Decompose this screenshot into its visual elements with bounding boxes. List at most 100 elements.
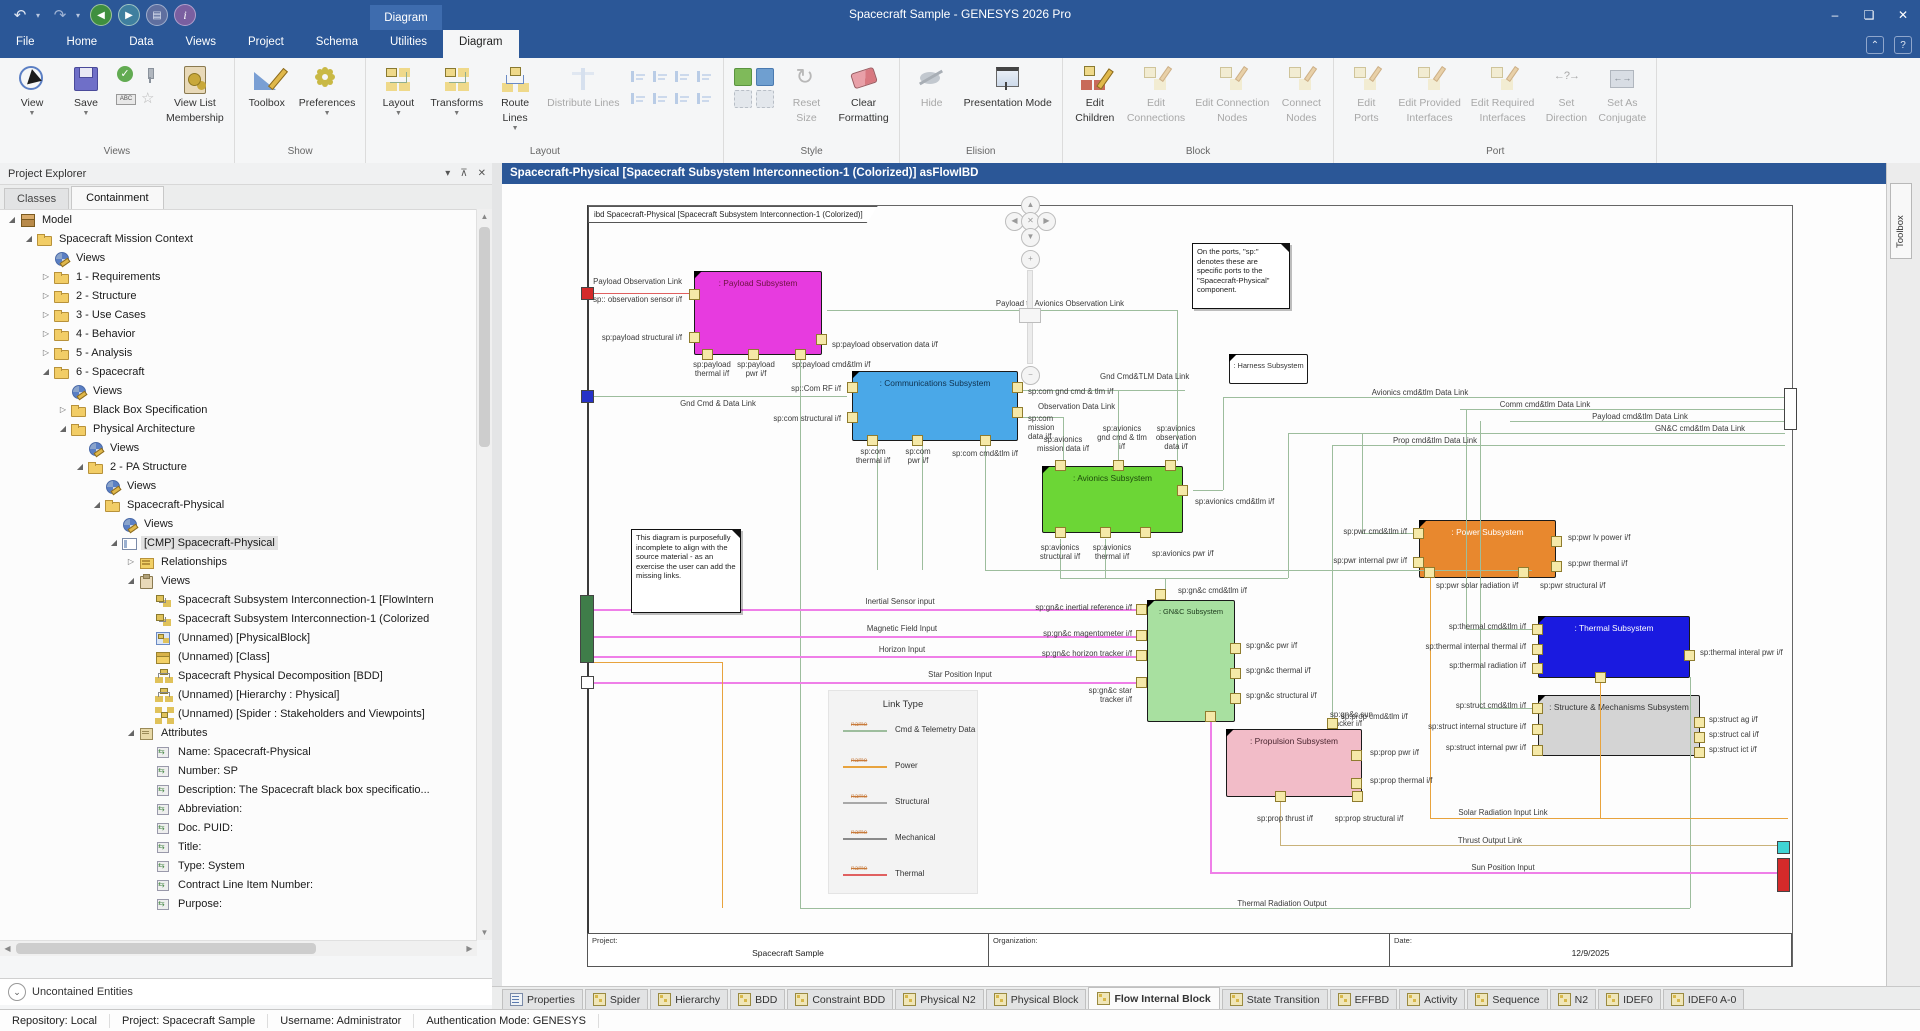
- view-tab-effbd[interactable]: EFFBD: [1330, 989, 1397, 1009]
- port[interactable]: [847, 382, 858, 393]
- expander-icon[interactable]: ◢: [6, 215, 18, 224]
- style-icon[interactable]: [756, 68, 774, 86]
- port[interactable]: [748, 349, 759, 360]
- port[interactable]: [1155, 589, 1166, 600]
- block-propulsion-subsystem[interactable]: : Propulsion Subsystem: [1226, 729, 1362, 797]
- expander-icon[interactable]: ◢: [57, 424, 69, 433]
- block-communications-subsystem[interactable]: : Communications Subsystem: [852, 371, 1018, 441]
- port[interactable]: [1424, 567, 1435, 578]
- pan-down-button[interactable]: ▼: [1021, 228, 1040, 247]
- port[interactable]: [1532, 724, 1543, 735]
- expander-icon[interactable]: ▷: [40, 310, 52, 319]
- check-icon[interactable]: [116, 66, 134, 84]
- tree-item[interactable]: Name: Spacecraft-Physical: [0, 742, 477, 761]
- help-icon[interactable]: ?: [1894, 36, 1912, 54]
- port[interactable]: [1532, 624, 1543, 635]
- port[interactable]: [689, 332, 700, 343]
- presentation-mode-button[interactable]: Presentation Mode: [960, 62, 1056, 111]
- note-annotation[interactable]: This diagram is purposefully incomplete …: [631, 529, 741, 613]
- toolbox-tab[interactable]: Toolbox: [1890, 183, 1912, 259]
- explorer-tab-classes[interactable]: Classes: [4, 188, 69, 209]
- port[interactable]: [1595, 672, 1606, 683]
- panel-splitter[interactable]: [492, 163, 502, 1009]
- tree-item[interactable]: ◢Views: [0, 571, 477, 590]
- expander-icon[interactable]: ◢: [74, 462, 86, 471]
- style-icon[interactable]: [734, 90, 752, 108]
- view-tab-physical-block[interactable]: Physical Block: [986, 989, 1087, 1009]
- port[interactable]: [689, 289, 700, 300]
- tree-horizontal-scrollbar[interactable]: ◀ ▶: [0, 940, 477, 956]
- pin-icon[interactable]: ⊼: [460, 163, 467, 185]
- tree-item[interactable]: (Unnamed) [Spider : Stakeholders and Vie…: [0, 704, 477, 723]
- tree-item[interactable]: ▷3 - Use Cases: [0, 305, 477, 324]
- note-annotation[interactable]: On the ports, "sp:" denotes these are sp…: [1192, 243, 1290, 309]
- minimize-button[interactable]: –: [1818, 0, 1852, 30]
- port[interactable]: [1113, 460, 1124, 471]
- view-tab-flow-internal-block[interactable]: Flow Internal Block: [1088, 987, 1219, 1009]
- tree-item[interactable]: ◢6 - Spacecraft: [0, 362, 477, 381]
- boundary-port[interactable]: [581, 676, 594, 689]
- port[interactable]: [867, 435, 878, 446]
- tree-item[interactable]: ▷Black Box Specification: [0, 400, 477, 419]
- close-button[interactable]: ✕: [1886, 0, 1920, 30]
- tree-item[interactable]: Description: The Spacecraft black box sp…: [0, 780, 477, 799]
- expander-icon[interactable]: ▷: [40, 291, 52, 300]
- view-tab-constraint-bdd[interactable]: Constraint BDD: [787, 989, 893, 1009]
- port[interactable]: [1012, 382, 1023, 393]
- boundary-port[interactable]: [581, 287, 594, 300]
- tree-item[interactable]: ▷5 - Analysis: [0, 343, 477, 362]
- edit-children-button[interactable]: EditChildren: [1069, 62, 1121, 126]
- port[interactable]: [795, 349, 806, 360]
- view-tab-n2[interactable]: N2: [1550, 989, 1596, 1009]
- expander-icon[interactable]: ◢: [91, 500, 103, 509]
- pan-right-button[interactable]: ▶: [1037, 212, 1056, 231]
- tree-item[interactable]: ◢Spacecraft-Physical: [0, 495, 477, 514]
- view-tab-spider[interactable]: Spider: [585, 989, 648, 1009]
- clear-formatting-button[interactable]: ClearFormatting: [834, 62, 892, 126]
- explorer-tab-containment[interactable]: Containment: [71, 186, 163, 209]
- tree-item[interactable]: Views: [0, 381, 477, 400]
- port[interactable]: [1694, 717, 1705, 728]
- menu-tab-file[interactable]: File: [0, 30, 51, 58]
- block-gn-c-subsystem[interactable]: : GN&C Subsystem: [1147, 600, 1235, 722]
- expander-icon[interactable]: ◢: [125, 728, 137, 737]
- tree-item[interactable]: Spacecraft Physical Decomposition [BDD]: [0, 666, 477, 685]
- tree-item[interactable]: ▷Relationships: [0, 552, 477, 571]
- block-harness-subsystem[interactable]: : Harness Subsystem: [1229, 354, 1308, 384]
- block-avionics-subsystem[interactable]: : Avionics Subsystem: [1042, 466, 1183, 533]
- tree-item[interactable]: Abbreviation:: [0, 799, 477, 818]
- layout-button[interactable]: Layout▼: [372, 62, 424, 119]
- port[interactable]: [1055, 527, 1066, 538]
- view-list-membership-button[interactable]: View ListMembership: [162, 62, 228, 126]
- tree-item[interactable]: ◢[CMP] Spacecraft-Physical: [0, 533, 477, 552]
- route-lines-button[interactable]: RouteLines▼: [489, 62, 541, 134]
- transforms-button[interactable]: Transforms▼: [426, 62, 487, 119]
- view-tab-sequence[interactable]: Sequence: [1467, 989, 1547, 1009]
- menu-tab-views[interactable]: Views: [170, 30, 232, 58]
- expander-icon[interactable]: ▷: [40, 329, 52, 338]
- expander-icon[interactable]: ◢: [23, 234, 35, 243]
- menu-tab-schema[interactable]: Schema: [300, 30, 374, 58]
- port[interactable]: [1518, 567, 1529, 578]
- port[interactable]: [1230, 643, 1241, 654]
- star-icon[interactable]: [140, 90, 158, 108]
- tree-item[interactable]: Spacecraft Subsystem Interconnection-1 […: [0, 590, 477, 609]
- view-button[interactable]: View▼: [6, 62, 58, 119]
- view-tab-idef0-a-0[interactable]: IDEF0 A-0: [1663, 989, 1744, 1009]
- scroll-up-icon[interactable]: ▲: [477, 209, 492, 224]
- port[interactable]: [1551, 561, 1562, 572]
- menu-tab-home[interactable]: Home: [51, 30, 114, 58]
- abc-icon[interactable]: [116, 90, 134, 108]
- tree-item[interactable]: (Unnamed) [PhysicalBlock]: [0, 628, 477, 647]
- port[interactable]: [1684, 650, 1695, 661]
- tree-item[interactable]: ◢Physical Architecture: [0, 419, 477, 438]
- port[interactable]: [1165, 460, 1176, 471]
- port[interactable]: [1352, 791, 1363, 802]
- view-tab-properties[interactable]: Properties: [502, 989, 583, 1009]
- boundary-port[interactable]: [581, 390, 594, 403]
- preferences-button[interactable]: Preferences▼: [295, 62, 360, 119]
- tree-item[interactable]: ▷2 - Structure: [0, 286, 477, 305]
- style-icon[interactable]: [756, 90, 774, 108]
- port[interactable]: [1100, 527, 1111, 538]
- dropdown-icon[interactable]: ▾: [445, 163, 450, 185]
